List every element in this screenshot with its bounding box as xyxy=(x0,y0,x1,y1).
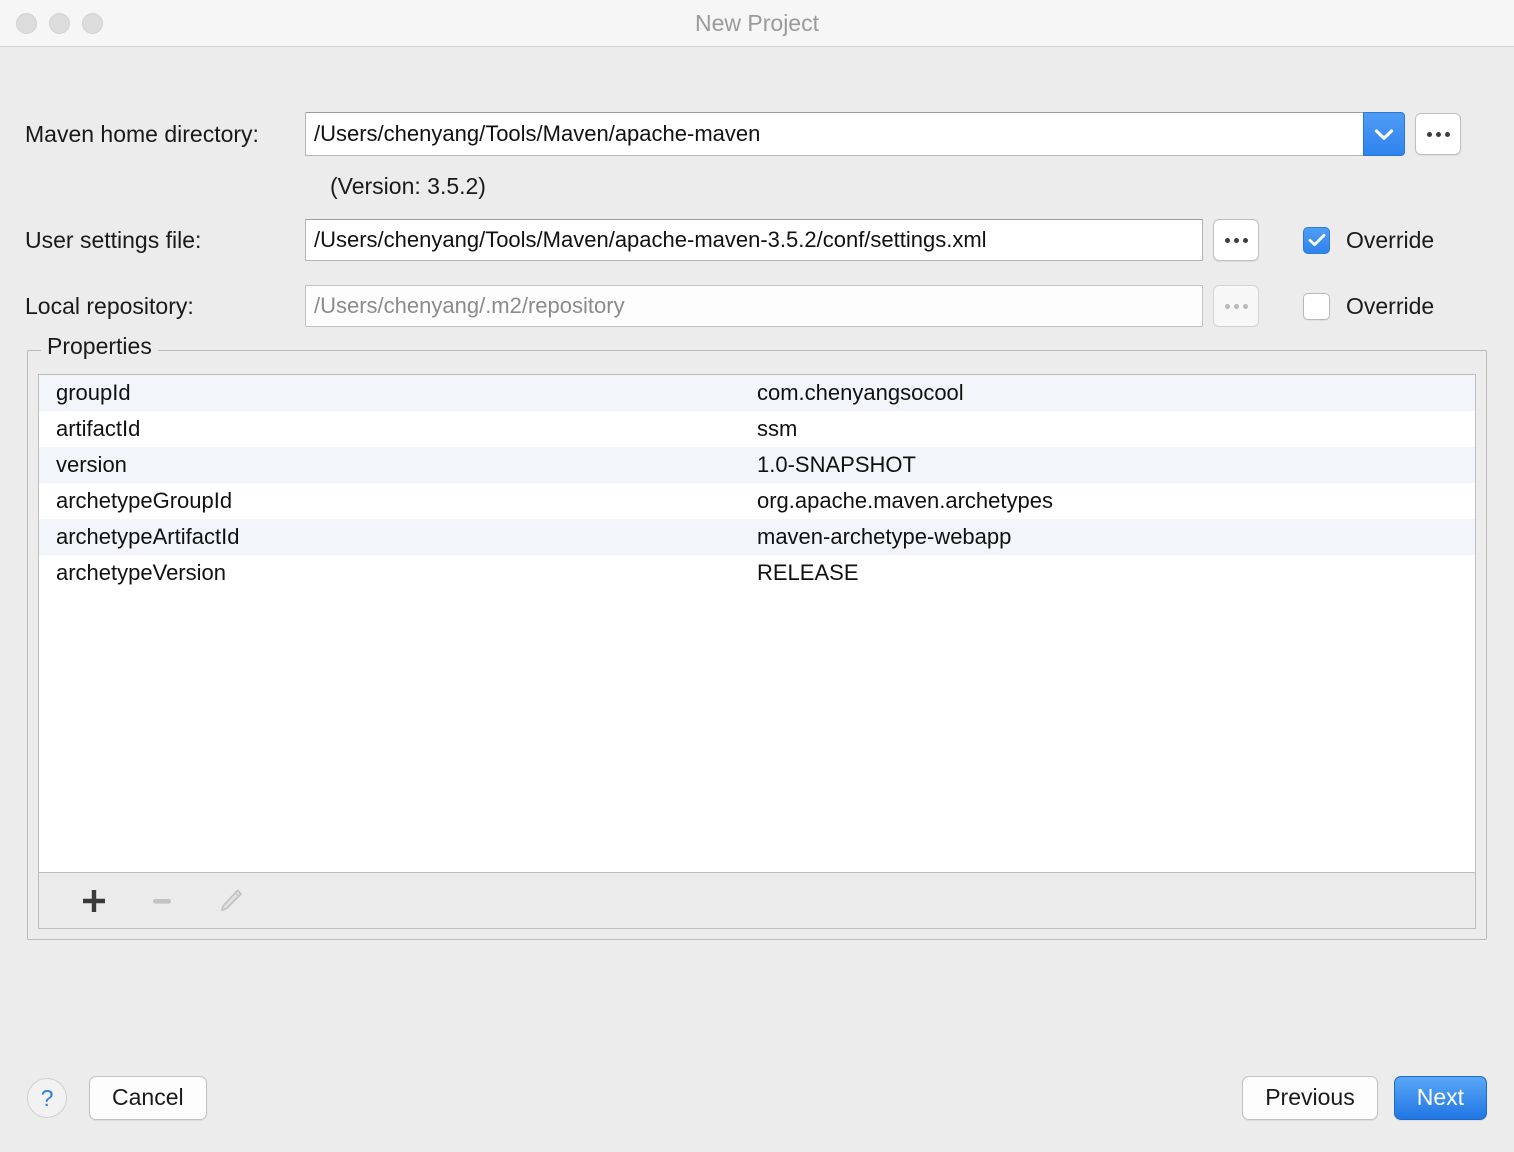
local-repository-row: Local repository: /Users/chenyang/.m2/re… xyxy=(0,283,1514,329)
maven-home-input[interactable]: /Users/chenyang/Tools/Maven/apache-maven xyxy=(305,112,1363,156)
window-controls xyxy=(16,12,103,34)
property-name: archetypeArtifactId xyxy=(56,524,240,549)
properties-panel: groupId com.chenyangsocool artifactId ss… xyxy=(38,374,1476,929)
property-name: groupId xyxy=(56,380,131,405)
local-repository-browse-button xyxy=(1213,285,1259,327)
next-button[interactable]: Next xyxy=(1393,1076,1487,1120)
ellipsis-dot xyxy=(1435,131,1441,137)
properties-table[interactable]: groupId com.chenyangsocool artifactId ss… xyxy=(39,375,1475,872)
properties-group: Properties groupId com.chenyangsocool ar… xyxy=(27,335,1487,940)
maven-home-browse-button[interactable] xyxy=(1415,113,1461,155)
user-settings-row: User settings file: /Users/chenyang/Tool… xyxy=(0,217,1514,263)
footer-actions: Previous Next xyxy=(1242,1076,1487,1120)
remove-property-button xyxy=(145,884,179,918)
maven-home-combobox[interactable]: /Users/chenyang/Tools/Maven/apache-maven xyxy=(305,112,1405,156)
maven-home-row: Maven home directory: /Users/chenyang/To… xyxy=(0,111,1514,157)
user-settings-override-group[interactable]: Override xyxy=(1303,226,1435,254)
property-name: archetypeGroupId xyxy=(56,488,233,513)
property-value: ssm xyxy=(757,416,798,441)
local-repository-override-checkbox[interactable] xyxy=(1303,292,1330,320)
minus-icon xyxy=(153,898,171,904)
maven-version-note: (Version: 3.5.2) xyxy=(330,172,486,199)
help-button[interactable]: ? xyxy=(27,1078,67,1118)
pencil-icon xyxy=(221,889,242,911)
chevron-down-icon[interactable] xyxy=(1363,112,1405,156)
ellipsis-dot xyxy=(1242,237,1248,243)
maven-version-row: (Version: 3.5.2) xyxy=(0,169,1514,203)
property-value: com.chenyangsocool xyxy=(757,380,964,405)
local-repository-input[interactable]: /Users/chenyang/.m2/repository xyxy=(305,285,1203,327)
property-value: 1.0-SNAPSHOT xyxy=(757,452,916,477)
property-value: org.apache.maven.archetypes xyxy=(757,488,1053,513)
ellipsis-dot xyxy=(1224,303,1230,309)
table-row[interactable]: archetypeVersion RELEASE xyxy=(39,555,1475,591)
properties-toolbar xyxy=(39,872,1475,928)
plus-icon xyxy=(83,889,105,912)
table-row[interactable]: archetypeArtifactId maven-archetype-weba… xyxy=(39,519,1475,555)
user-settings-override-label: Override xyxy=(1346,226,1435,253)
dialog-footer: ? Cancel Previous Next xyxy=(0,1044,1514,1152)
table-row[interactable]: artifactId ssm xyxy=(39,411,1475,447)
user-settings-browse-button[interactable] xyxy=(1213,219,1259,261)
ellipsis-dot xyxy=(1233,303,1239,309)
dialog-body: Maven home directory: /Users/chenyang/To… xyxy=(0,47,1514,1152)
edit-property-button xyxy=(213,884,247,918)
window-title: New Project xyxy=(695,9,819,36)
maximize-button[interactable] xyxy=(82,12,103,34)
previous-button[interactable]: Previous xyxy=(1242,1076,1378,1120)
maven-home-label: Maven home directory: xyxy=(25,120,259,147)
ellipsis-dot xyxy=(1224,237,1230,243)
add-property-button[interactable] xyxy=(77,884,111,918)
ellipsis-dot xyxy=(1233,237,1239,243)
ellipsis-dot xyxy=(1426,131,1432,137)
window-titlebar: New Project xyxy=(0,0,1514,47)
ellipsis-dot xyxy=(1444,131,1450,137)
user-settings-label: User settings file: xyxy=(25,226,202,253)
property-name: artifactId xyxy=(56,416,141,441)
table-row[interactable]: version 1.0-SNAPSHOT xyxy=(39,447,1475,483)
minimize-button[interactable] xyxy=(49,12,70,34)
user-settings-override-checkbox[interactable] xyxy=(1303,226,1330,254)
ellipsis-dot xyxy=(1242,303,1248,309)
cancel-button[interactable]: Cancel xyxy=(89,1076,207,1120)
table-row[interactable]: groupId com.chenyangsocool xyxy=(39,375,1475,411)
local-repository-label: Local repository: xyxy=(25,292,194,319)
property-name: archetypeVersion xyxy=(56,560,226,585)
user-settings-input[interactable]: /Users/chenyang/Tools/Maven/apache-maven… xyxy=(305,219,1203,261)
property-name: version xyxy=(56,452,127,477)
property-value: RELEASE xyxy=(757,560,859,585)
table-row[interactable]: archetypeGroupId org.apache.maven.archet… xyxy=(39,483,1475,519)
properties-group-title: Properties xyxy=(41,335,158,358)
local-repository-override-group[interactable]: Override xyxy=(1303,292,1435,320)
local-repository-override-label: Override xyxy=(1346,292,1435,319)
property-value: maven-archetype-webapp xyxy=(757,524,1012,549)
close-button[interactable] xyxy=(16,12,37,34)
